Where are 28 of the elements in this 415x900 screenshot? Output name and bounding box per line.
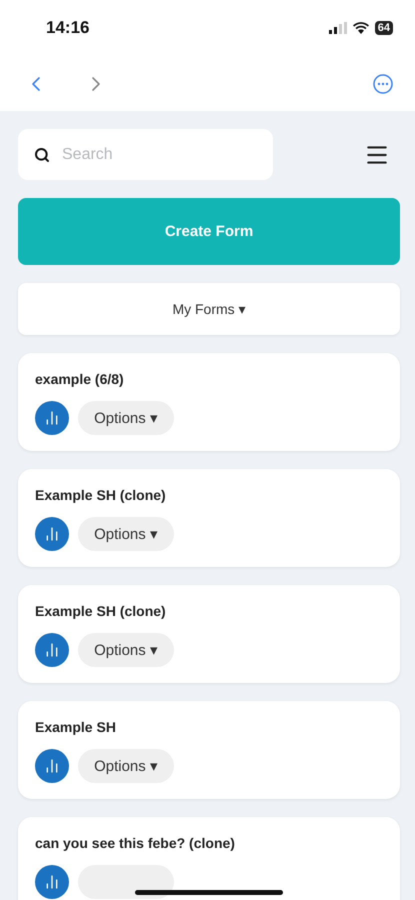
options-button[interactable]: [78, 865, 174, 899]
form-title: Example SH: [35, 719, 117, 735]
status-time: 14:16: [46, 18, 90, 38]
my-forms-dropdown[interactable]: My Forms ▾: [18, 283, 400, 335]
options-button[interactable]: Options ▾: [78, 401, 174, 435]
options-button[interactable]: Options ▾: [78, 633, 174, 667]
bar-chart-icon: [44, 526, 60, 542]
options-button[interactable]: Options ▾: [78, 749, 174, 783]
report-button[interactable]: [35, 865, 69, 899]
bar-chart-icon: [44, 642, 60, 658]
form-title: Example SH (clone): [35, 487, 167, 503]
form-title: Example SH (clone): [35, 603, 167, 619]
form-title: example (6/8): [35, 371, 125, 387]
search-icon: [34, 146, 50, 162]
report-button[interactable]: [35, 401, 69, 435]
options-button[interactable]: Options ▾: [78, 517, 174, 551]
bar-chart-icon: [44, 758, 60, 774]
more-icon[interactable]: [373, 74, 393, 94]
search-bar[interactable]: Search: [18, 129, 273, 180]
signal-icon: [328, 22, 347, 34]
bar-chart-icon: [44, 410, 60, 426]
report-button[interactable]: [35, 517, 69, 551]
battery-level: 64: [374, 21, 393, 35]
form-title: can you see this febe? (clone): [35, 835, 236, 851]
bar-chart-icon: [44, 874, 60, 890]
wifi-icon: [352, 22, 369, 34]
report-button[interactable]: [35, 633, 69, 667]
report-button[interactable]: [35, 749, 69, 783]
